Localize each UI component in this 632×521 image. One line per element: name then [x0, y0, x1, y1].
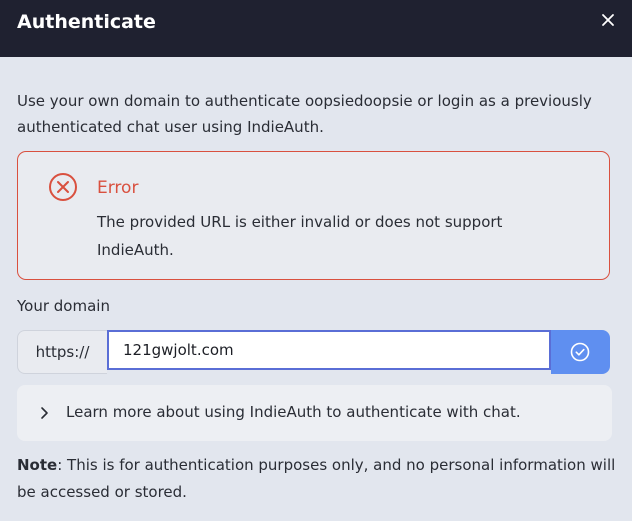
authenticate-dialog: Authenticate Use your own domain to auth…: [0, 0, 632, 521]
close-icon: [602, 14, 614, 26]
learn-more-toggle[interactable]: Learn more about using IndieAuth to auth…: [17, 385, 612, 441]
close-button[interactable]: [598, 10, 618, 30]
error-circle-x-icon: [49, 173, 77, 201]
url-prefix: https://: [17, 330, 107, 374]
intro-text: Use your own domain to authenticate oops…: [17, 92, 592, 136]
note-body: : This is for authentication purposes on…: [17, 456, 616, 501]
domain-label: Your domain: [17, 297, 110, 315]
domain-input-group: https://: [17, 330, 610, 374]
error-title: Error: [97, 178, 139, 198]
dialog-title: Authenticate: [17, 11, 156, 33]
domain-input[interactable]: [107, 330, 551, 370]
error-message: The provided URL is either invalid or do…: [97, 213, 503, 259]
chevron-right-icon: [41, 407, 48, 419]
dialog-header: Authenticate: [0, 0, 632, 57]
submit-button[interactable]: [551, 330, 610, 374]
check-circle-icon: [570, 342, 590, 362]
note-label: Note: [17, 456, 58, 474]
note-text: Note: This is for authentication purpose…: [17, 452, 617, 506]
error-alert: Error The provided URL is either invalid…: [17, 151, 610, 280]
learn-more-text: Learn more about using IndieAuth to auth…: [66, 403, 521, 421]
